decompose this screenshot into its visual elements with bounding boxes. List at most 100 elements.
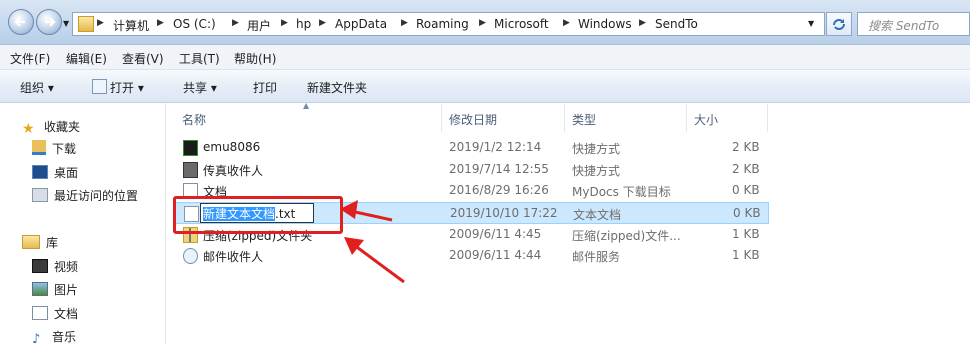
column-divider[interactable] xyxy=(441,104,442,132)
file-type: 邮件服务 xyxy=(572,250,621,264)
open-icon xyxy=(92,79,107,94)
breadcrumb-os-c[interactable]: OS (C:) xyxy=(173,17,216,31)
file-row[interactable]: emu8086 2019/1/2 12:14 快捷方式 2 KB xyxy=(175,137,767,157)
file-type: 快捷方式 xyxy=(572,142,621,156)
file-size: 2 KB xyxy=(732,140,760,154)
file-type: 快捷方式 xyxy=(572,164,621,178)
file-date: 2009/6/11 4:45 xyxy=(449,227,542,241)
sidebar-item-pictures[interactable]: 图片 xyxy=(32,281,78,298)
sidebar-item-label: 最近访问的位置 xyxy=(54,189,139,203)
chip-shortcut-icon xyxy=(183,140,198,156)
file-date: 2009/6/11 4:44 xyxy=(449,248,542,262)
breadcrumb-computer[interactable]: 计算机 xyxy=(113,17,149,34)
breadcrumb-microsoft[interactable]: Microsoft xyxy=(494,17,549,31)
folder-icon xyxy=(78,16,94,32)
breadcrumb-users[interactable]: 用户 xyxy=(247,17,271,34)
breadcrumb-separator-icon[interactable]: ▶ xyxy=(319,18,326,28)
sidebar-item-label: 音乐 xyxy=(52,330,77,344)
library-icon xyxy=(22,235,40,249)
breadcrumb-separator-icon[interactable]: ▶ xyxy=(479,18,486,28)
column-divider[interactable] xyxy=(686,104,687,132)
refresh-button[interactable] xyxy=(826,12,852,36)
forward-button[interactable] xyxy=(36,9,62,35)
back-arrow-icon xyxy=(14,17,25,27)
sidebar-item-label: 视频 xyxy=(54,260,79,274)
file-date: 2019/1/2 12:14 xyxy=(449,140,542,154)
sidebar-item-music[interactable]: ♪ 音乐 xyxy=(32,328,77,347)
breadcrumb-windows[interactable]: Windows xyxy=(578,17,632,31)
recent-pages-dropdown-icon[interactable]: ▼ xyxy=(63,19,69,28)
pictures-icon xyxy=(32,282,48,296)
breadcrumb-hp[interactable]: hp xyxy=(296,17,311,31)
file-name: 传真收件人 xyxy=(203,164,264,178)
file-date: 2019/7/14 12:55 xyxy=(449,162,549,176)
breadcrumb-appdata[interactable]: AppData xyxy=(335,17,387,31)
file-size: 0 KB xyxy=(732,183,760,197)
column-header-name[interactable]: 名称 xyxy=(182,111,206,128)
breadcrumb-separator-icon[interactable]: ▶ xyxy=(232,18,239,28)
column-header-size[interactable]: 大小 xyxy=(694,111,718,128)
back-button[interactable] xyxy=(8,9,34,35)
sidebar-item-recent-places[interactable]: 最近访问的位置 xyxy=(32,187,138,204)
column-header-type[interactable]: 类型 xyxy=(572,111,596,128)
sidebar-item-label: 文档 xyxy=(54,307,79,321)
file-size: 2 KB xyxy=(732,162,760,176)
column-divider[interactable] xyxy=(767,104,768,132)
videos-icon xyxy=(32,259,48,273)
libraries-header[interactable]: 库 xyxy=(22,234,58,251)
menu-file[interactable]: 文件(F) xyxy=(10,50,50,67)
sidebar-item-desktop[interactable]: 桌面 xyxy=(32,164,78,181)
sidebar-item-label: 下载 xyxy=(52,142,77,156)
forward-arrow-icon xyxy=(45,17,56,27)
menu-bar: 文件(F) 编辑(E) 查看(V) 工具(T) 帮助(H) xyxy=(0,45,970,70)
breadcrumb-separator-icon[interactable]: ▶ xyxy=(563,18,570,28)
new-folder-button[interactable]: 新建文件夹 xyxy=(307,79,367,96)
menu-tools[interactable]: 工具(T) xyxy=(179,50,220,67)
menu-edit[interactable]: 编辑(E) xyxy=(66,50,107,67)
search-placeholder: 搜索 SendTo xyxy=(868,19,940,33)
column-header-date[interactable]: 修改日期 xyxy=(449,111,497,128)
search-input[interactable]: 搜索 SendTo xyxy=(857,12,970,36)
file-row[interactable]: 邮件收件人 2009/6/11 4:44 邮件服务 1 KB xyxy=(175,245,767,265)
star-icon: ★ xyxy=(22,121,35,137)
sidebar-item-documents[interactable]: 文档 xyxy=(32,305,78,322)
file-row[interactable]: 传真收件人 2019/7/14 12:55 快捷方式 2 KB xyxy=(175,159,767,179)
file-size: 1 KB xyxy=(732,227,760,241)
organize-button[interactable]: 组织 ▾ xyxy=(20,79,54,96)
library-label: 库 xyxy=(46,236,59,250)
address-bar-row: ▼ ▶ 计算机 ▶ OS (C:) ▶ 用户 ▶ hp ▶ AppData ▶ … xyxy=(0,0,970,45)
downloads-folder-icon xyxy=(32,140,46,155)
column-header-bar xyxy=(166,103,970,133)
print-button[interactable]: 打印 xyxy=(253,79,277,96)
sidebar-item-label: 图片 xyxy=(54,283,79,297)
navigation-pane: ★ 收藏夹 下载 桌面 最近访问的位置 库 视频 图片 文档 ♪ 音乐 xyxy=(0,103,166,347)
breadcrumb-separator-icon[interactable]: ▶ xyxy=(639,18,646,28)
address-history-dropdown-icon[interactable]: ▼ xyxy=(808,19,814,28)
breadcrumb-separator-icon[interactable]: ▶ xyxy=(281,18,288,28)
breadcrumb-separator-icon[interactable]: ▶ xyxy=(401,18,408,28)
menu-help[interactable]: 帮助(H) xyxy=(234,50,276,67)
documents-icon xyxy=(32,306,48,320)
file-date: 2019/10/10 17:22 xyxy=(450,206,558,220)
refresh-icon xyxy=(833,19,845,30)
favorites-label: 收藏夹 xyxy=(44,120,81,134)
file-name: 邮件收件人 xyxy=(203,250,264,264)
file-type: 文本文档 xyxy=(573,208,622,222)
breadcrumb-separator-icon[interactable]: ▶ xyxy=(97,18,104,28)
favorites-header[interactable]: ★ 收藏夹 xyxy=(22,118,81,137)
command-bar: 组织 ▾ 打开 ▾ 共享 ▾ 打印 新建文件夹 xyxy=(0,70,970,103)
music-icon: ♪ xyxy=(32,332,41,347)
open-button[interactable]: 打开 ▾ xyxy=(110,79,144,96)
address-bar[interactable]: ▶ 计算机 ▶ OS (C:) ▶ 用户 ▶ hp ▶ AppData ▶ Ro… xyxy=(72,12,825,36)
file-size: 1 KB xyxy=(732,248,760,262)
share-button[interactable]: 共享 ▾ xyxy=(183,79,217,96)
annotation-highlight-box xyxy=(173,196,343,234)
menu-view[interactable]: 查看(V) xyxy=(122,50,164,67)
sidebar-item-downloads[interactable]: 下载 xyxy=(32,140,76,157)
column-divider[interactable] xyxy=(564,104,565,132)
breadcrumb-roaming[interactable]: Roaming xyxy=(416,17,469,31)
breadcrumb-sendto[interactable]: SendTo xyxy=(655,17,698,31)
breadcrumb-separator-icon[interactable]: ▶ xyxy=(157,18,164,28)
file-size: 0 KB xyxy=(733,206,761,220)
sidebar-item-videos[interactable]: 视频 xyxy=(32,258,78,275)
